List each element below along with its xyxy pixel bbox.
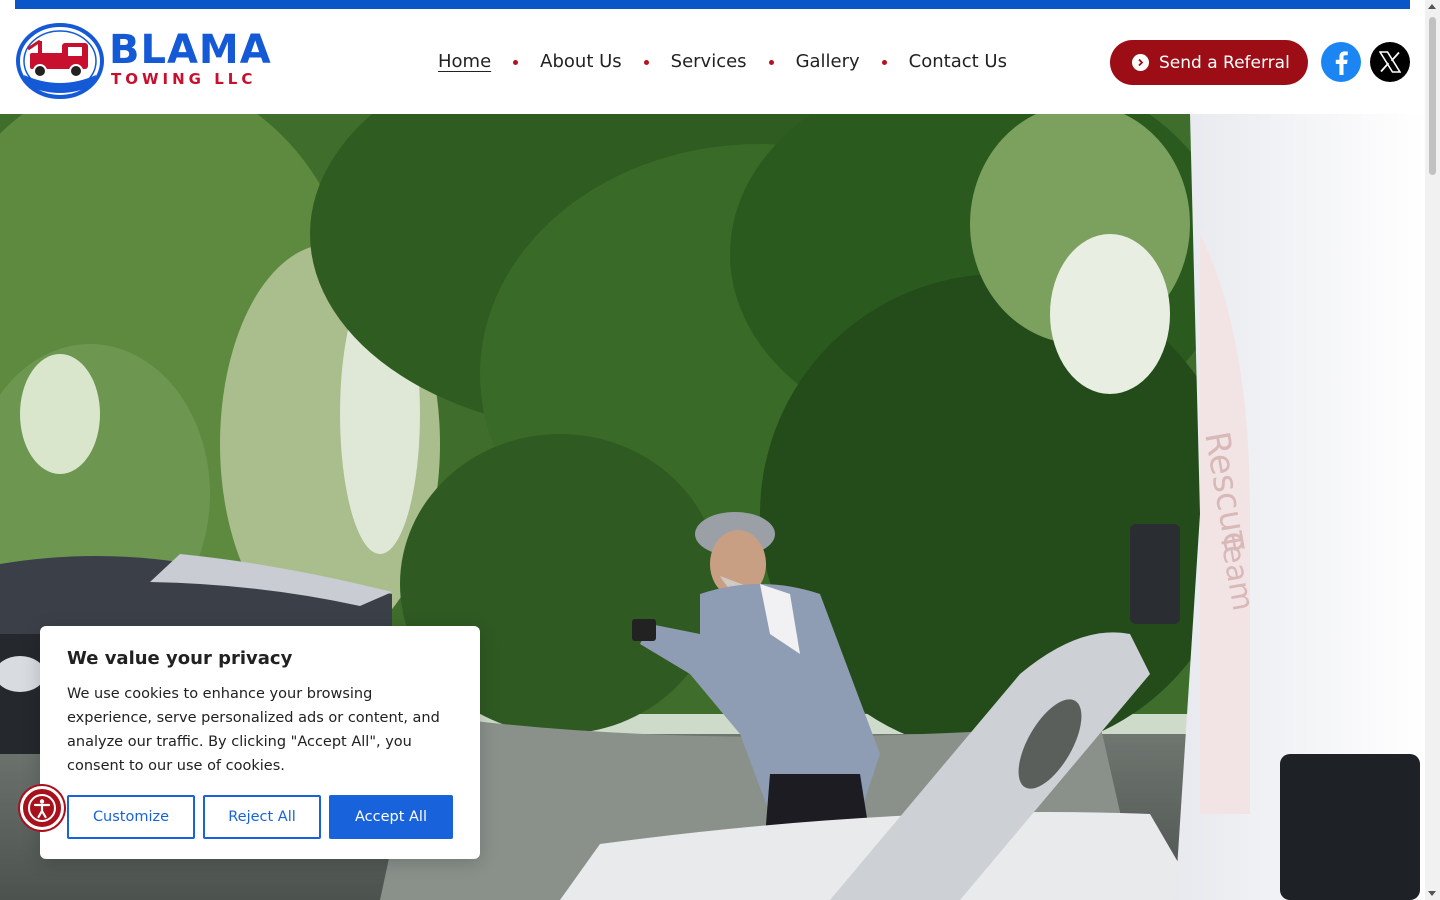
site-header: BLAMA TOWING LLC Home About Us Services … — [0, 9, 1425, 114]
site-logo[interactable]: BLAMA TOWING LLC — [16, 23, 271, 99]
x-twitter-icon — [1379, 51, 1401, 73]
tow-truck-logo-icon — [16, 23, 104, 99]
scroll-down-arrow-icon[interactable] — [1428, 891, 1436, 896]
customize-button[interactable]: Customize — [67, 795, 195, 839]
facebook-link[interactable] — [1321, 42, 1361, 82]
reject-all-button[interactable]: Reject All — [203, 795, 321, 839]
accessibility-button[interactable] — [20, 786, 64, 830]
nav-separator — [643, 59, 649, 65]
cookie-actions: Customize Reject All Accept All — [67, 795, 453, 839]
cookie-title: We value your privacy — [67, 648, 293, 669]
send-referral-button[interactable]: Send a Referral — [1110, 40, 1308, 85]
page-scrollbar[interactable] — [1425, 0, 1440, 900]
nav-about-us[interactable]: About Us — [540, 51, 622, 72]
chevron-right-circle-icon — [1132, 54, 1149, 71]
nav-home[interactable]: Home — [438, 51, 491, 72]
send-referral-label: Send a Referral — [1159, 52, 1290, 73]
cookie-consent-banner: We value your privacy We use cookies to … — [40, 626, 480, 859]
nav-contact-us[interactable]: Contact Us — [909, 51, 1007, 72]
nav-services[interactable]: Services — [671, 51, 747, 72]
scrollbar-thumb[interactable] — [1429, 17, 1436, 175]
cookie-description: We use cookies to enhance your browsing … — [67, 686, 440, 774]
facebook-icon — [1335, 51, 1348, 75]
brand-name: BLAMA — [109, 27, 272, 73]
accessibility-icon — [28, 794, 56, 822]
scroll-up-arrow-icon[interactable] — [1428, 4, 1436, 9]
brand-subtitle: TOWING LLC — [111, 70, 257, 88]
nav-separator — [768, 59, 774, 65]
accept-all-button[interactable]: Accept All — [329, 795, 453, 839]
nav-separator — [881, 59, 887, 65]
nav-separator — [513, 59, 519, 65]
nav-gallery[interactable]: Gallery — [796, 51, 860, 72]
main-nav: Home About Us Services Gallery Contact U… — [438, 48, 1007, 74]
x-twitter-link[interactable] — [1370, 42, 1410, 82]
top-accent-stripe — [15, 0, 1410, 9]
